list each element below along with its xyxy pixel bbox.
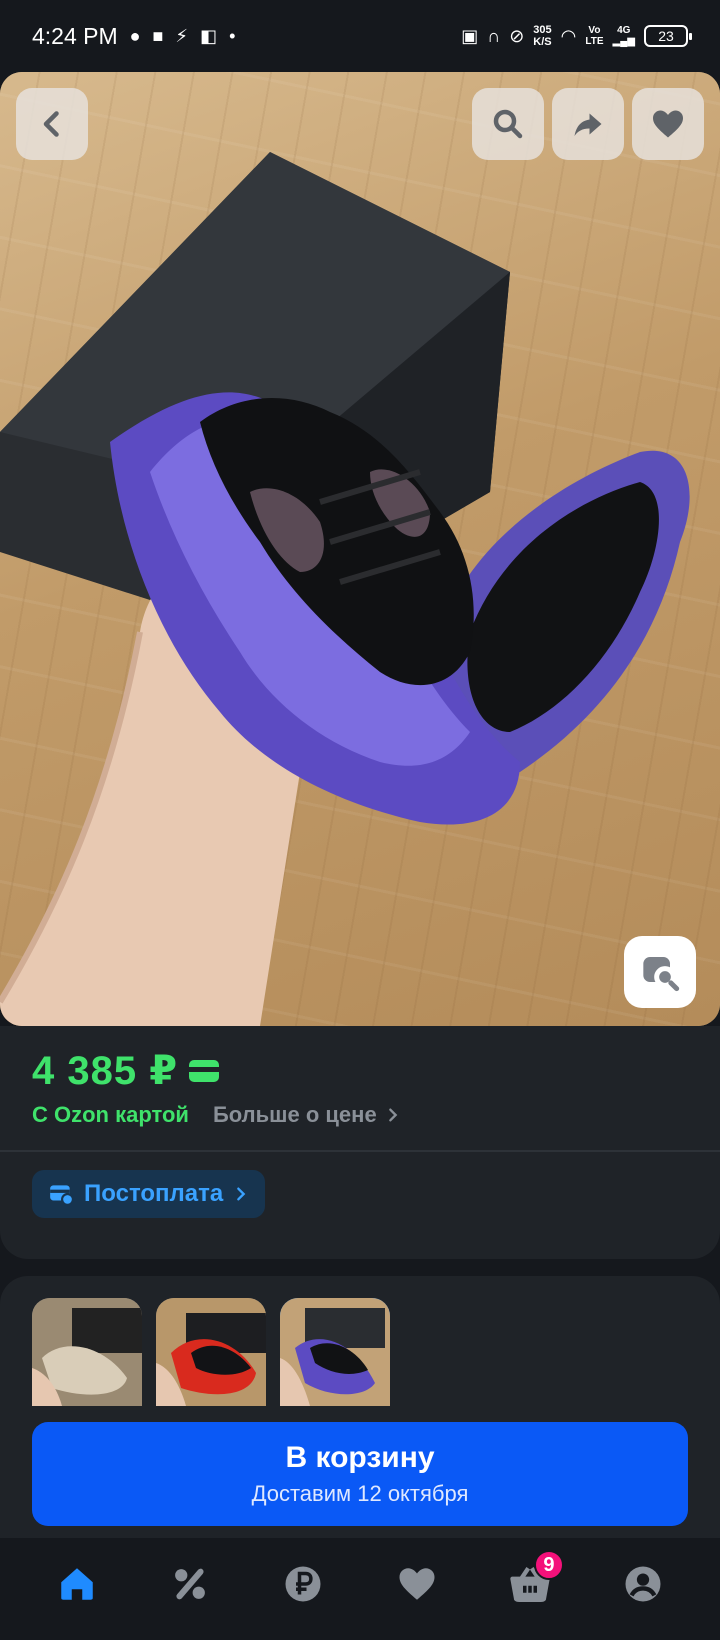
tab-profile[interactable] [603,1544,683,1624]
chevron-left-icon [43,111,59,137]
tab-home[interactable] [37,1544,117,1624]
heart-icon [399,1568,435,1600]
share-button[interactable] [552,88,624,160]
favorite-button[interactable] [632,88,704,160]
chevron-right-icon [388,1108,398,1122]
discount-icon [175,1568,205,1600]
profile-icon [625,1566,661,1602]
price-section: 4 385 ₽ С Ozon картой Больше о цене Пост… [0,1026,720,1259]
more-price-link[interactable]: Больше о цене [213,1102,401,1128]
variant-thumbnail-red[interactable] [156,1298,266,1406]
network-type: 4G [617,25,631,36]
wifi-icon: ◠ [560,25,577,46]
tab-discounts[interactable] [150,1544,230,1624]
signal-bars-icon: ▂▄▆ [612,36,635,47]
purchase-panel: В корзину Доставим 12 октября [0,1276,720,1538]
ozon-card-label: С Ozon картой [32,1102,189,1127]
variant-image [32,1298,142,1406]
home-icon [60,1568,93,1600]
postpay-card-icon [50,1185,74,1206]
delivery-date: Доставим 12 октября [251,1481,469,1506]
volte-top: Vo [588,25,601,36]
cart-badge: 9 [533,1550,564,1580]
back-button[interactable] [16,88,88,160]
status-bar: 4:24 PM ● ■ ⚡ ◧ • ▣ ∩ ⊘ 305 K/S ◠ Vo LTE… [0,0,720,72]
volte: Vo LTE [585,25,603,47]
status-right: ▣ ∩ ⊘ 305 K/S ◠ Vo LTE 4G ▂▄▆ 23 [461,24,692,48]
bottom-navigation: 9 [0,1538,720,1640]
color-variants [32,1298,390,1406]
status-time: 4:24 PM [32,22,118,49]
tab-finance[interactable] [263,1544,343,1624]
ozon-card-row: С Ozon картой Больше о цене [32,1102,401,1128]
mute-icon: ⊘ [509,25,525,46]
search-icon [493,109,523,139]
chevron-right-icon [237,1187,246,1201]
nfc-icon: ▣ [461,25,479,46]
variant-image [156,1298,266,1406]
signal: 4G ▂▄▆ [613,25,635,47]
image-search-icon [643,957,680,992]
price-row: 4 385 ₽ [32,1048,220,1094]
add-to-cart-label: В корзину [285,1441,435,1474]
net-speed-unit: K/S [533,36,552,48]
running-icon: ⚡ [175,25,189,46]
ozon-card-icon [189,1060,220,1082]
divider [0,1150,720,1152]
heart-icon [653,110,683,138]
visual-search-button[interactable] [624,936,696,1008]
tab-favorites[interactable] [377,1544,457,1624]
net-speed: 305 K/S [533,24,551,48]
search-button[interactable] [472,88,544,160]
volte-bottom: LTE [585,36,604,47]
variant-thumbnail-beige[interactable] [32,1298,142,1406]
add-to-cart-button[interactable]: В корзину Доставим 12 октября [32,1422,688,1526]
price: 4 385 ₽ [32,1049,179,1093]
tab-cart[interactable]: 9 [490,1544,570,1624]
chat-bubble-icon: ● [129,25,141,46]
product-photo-illustration [0,152,690,1026]
notification-icons: ● ■ ⚡ ◧ • [130,26,236,47]
net-speed-value: 305 [533,24,552,36]
variant-thumbnail-purple[interactable] [280,1298,390,1406]
ruble-icon [285,1566,321,1602]
twitch-icon: ◧ [200,25,218,46]
postpay-button[interactable]: Постоплата [32,1170,266,1218]
more-price-label: Больше о цене [212,1102,377,1127]
video-icon: ■ [152,25,164,46]
battery-icon: 23 [644,25,692,47]
battery-level: 23 [658,28,674,44]
product-image[interactable] [0,72,720,1026]
dot-icon: • [229,25,236,46]
share-arrow-icon [574,113,602,136]
variant-image [280,1298,390,1406]
headphones-icon: ∩ [487,25,501,46]
postpay-label: Постоплата [84,1180,224,1207]
